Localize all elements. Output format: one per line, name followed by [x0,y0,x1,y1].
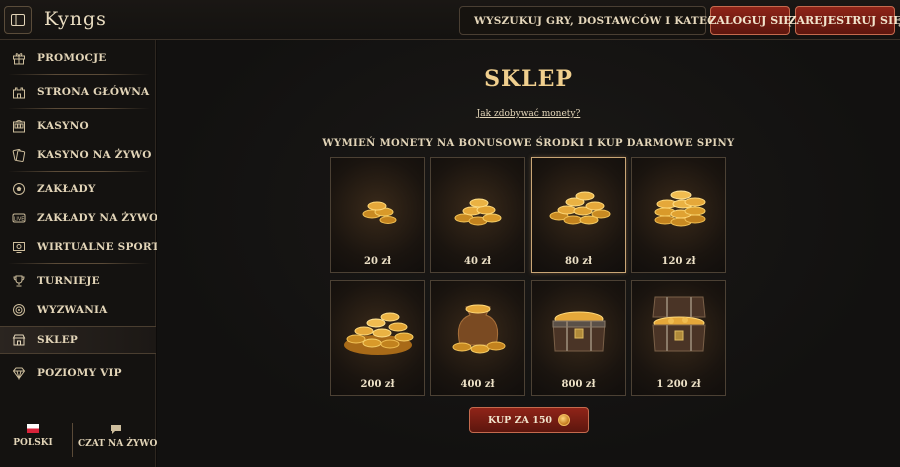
shop-package-card[interactable]: 120 zł [631,157,726,273]
sidebar-item-label: SKLEP [37,334,78,346]
sidebar-item-label: KASYNO [37,120,89,132]
sidebar-item-shop[interactable]: SKLEP [0,326,156,354]
package-price: 800 zł [561,379,596,390]
coin-stacks-large-icon [654,190,706,227]
chat-bubble-icon [111,425,121,434]
sidebar-toggle-button[interactable] [4,6,32,34]
gift-icon [12,51,26,65]
sidebar-item-label: TURNIEJE [37,275,100,287]
how-to-earn-coins-link[interactable]: Jak zdobywać monety? [157,109,900,119]
page-title: SKLEP [484,66,573,92]
sidebar-item-label: STRONA GŁÓWNA [37,86,150,98]
poland-flag-icon [27,424,39,433]
live-chat-label: CZAT NA ŻYWO [78,439,158,449]
treasure-chest-open-icon [652,296,706,352]
shop-package-card[interactable]: 20 zł [330,157,425,273]
package-price: 40 zł [464,256,491,267]
sidebar-item-promocje[interactable]: PROMOCJE [0,44,156,72]
shop-package-card[interactable]: 1 200 zł [631,280,726,396]
coin-heap-icon [344,312,414,355]
sidebar-item-label: POZIOMY VIP [37,367,122,379]
coin-sack-icon [452,304,506,354]
shop-subtitle: WYMIEŃ MONETY NA BONUSOWE ŚRODKI I KUP D… [322,138,735,149]
sidebar-item-label: KASYNO NA ŻYWO [37,149,152,161]
castle-icon [12,85,26,99]
shop-package-card[interactable]: 200 zł [330,280,425,396]
slot-machine-icon [12,119,26,133]
coin-stacks-icon [549,191,611,225]
sidebar-item-bets[interactable]: ZAKŁADY [0,175,156,203]
divider [8,74,150,75]
search-field[interactable]: WYSZUKUJ GRY, DOSTAWCÓW I KATEGORIE [459,6,748,35]
sidebar-item-label: PROMOCJE [37,52,107,64]
sidebar-item-tournaments[interactable]: TURNIEJE [0,267,156,295]
diamond-icon [12,366,26,380]
search-placeholder: WYSZUKUJ GRY, DOSTAWCÓW I KATEGORIE [474,14,748,27]
coin-icon [558,414,571,426]
coin-pile-small-icon [362,201,397,224]
divider [72,423,73,457]
sidebar-item-label: ZAKŁADY NA ŻYWO [37,212,159,224]
shop-package-card-selected[interactable]: 80 zł [531,157,626,273]
svg-text:LIVE: LIVE [14,216,25,222]
live-chat-button[interactable]: CZAT NA ŻYWO [78,424,158,449]
package-price: 20 zł [364,256,391,267]
trophy-icon [12,274,26,288]
sidebar-item-label: WIRTUALNE SPORTY [37,241,168,253]
sidebar-item-live-casino[interactable]: KASYNO NA ŻYWO [0,141,156,169]
shop-package-card[interactable]: 400 zł [430,280,525,396]
target-icon [12,303,26,317]
package-price: 400 zł [460,379,495,390]
language-label: POLSKI [13,438,53,448]
treasure-chest-icon [552,311,606,352]
divider [8,108,150,109]
package-price: 80 zł [565,256,592,267]
sidebar-item-virtual-sports[interactable]: WIRTUALNE SPORTY [0,233,167,261]
site-logo[interactable]: Kyngs [44,8,107,30]
register-button[interactable]: ZAREJESTRUJ SIĘ [788,6,900,35]
sidebar-item-vip-levels[interactable]: POZIOMY VIP [0,359,156,387]
shop-icon [12,333,26,347]
shop-package-card[interactable]: 800 zł [531,280,626,396]
package-price: 120 zł [661,256,696,267]
sidebar-item-challenges[interactable]: WYZWANIA [0,296,156,324]
divider [8,171,150,172]
monitor-icon [12,240,26,254]
sidebar-item-label: WYZWANIA [37,304,108,316]
live-icon: LIVE [12,211,26,225]
shop-package-card[interactable]: 40 zł [430,157,525,273]
cards-icon [12,148,26,162]
sidebar: PROMOCJE STRONA GŁÓWNA KASYNO KASYNO NA … [0,40,167,467]
sidebar-toggle-icon [11,14,25,26]
buy-button[interactable]: KUP ZA 150 [469,407,589,433]
soccer-ball-icon [12,182,26,196]
coin-pile-icon [454,198,502,226]
sidebar-item-label: ZAKŁADY [37,183,96,195]
top-bar: Kyngs WYSZUKUJ GRY, DOSTAWCÓW I KATEGORI… [0,0,900,40]
package-price: 1 200 zł [656,379,701,390]
shop-page: SKLEP Jak zdobywać monety? WYMIEŃ MONETY… [157,40,900,467]
sidebar-item-live-bets[interactable]: LIVE ZAKŁADY NA ŻYWO [0,204,159,232]
sidebar-item-casino[interactable]: KASYNO [0,112,156,140]
divider [8,263,150,264]
language-selector[interactable]: POLSKI [10,424,56,448]
sidebar-item-home[interactable]: STRONA GŁÓWNA [0,78,156,106]
login-button[interactable]: ZALOGUJ SIĘ [708,6,792,35]
buy-button-label: KUP ZA 150 [487,414,553,426]
package-price: 200 zł [360,379,395,390]
